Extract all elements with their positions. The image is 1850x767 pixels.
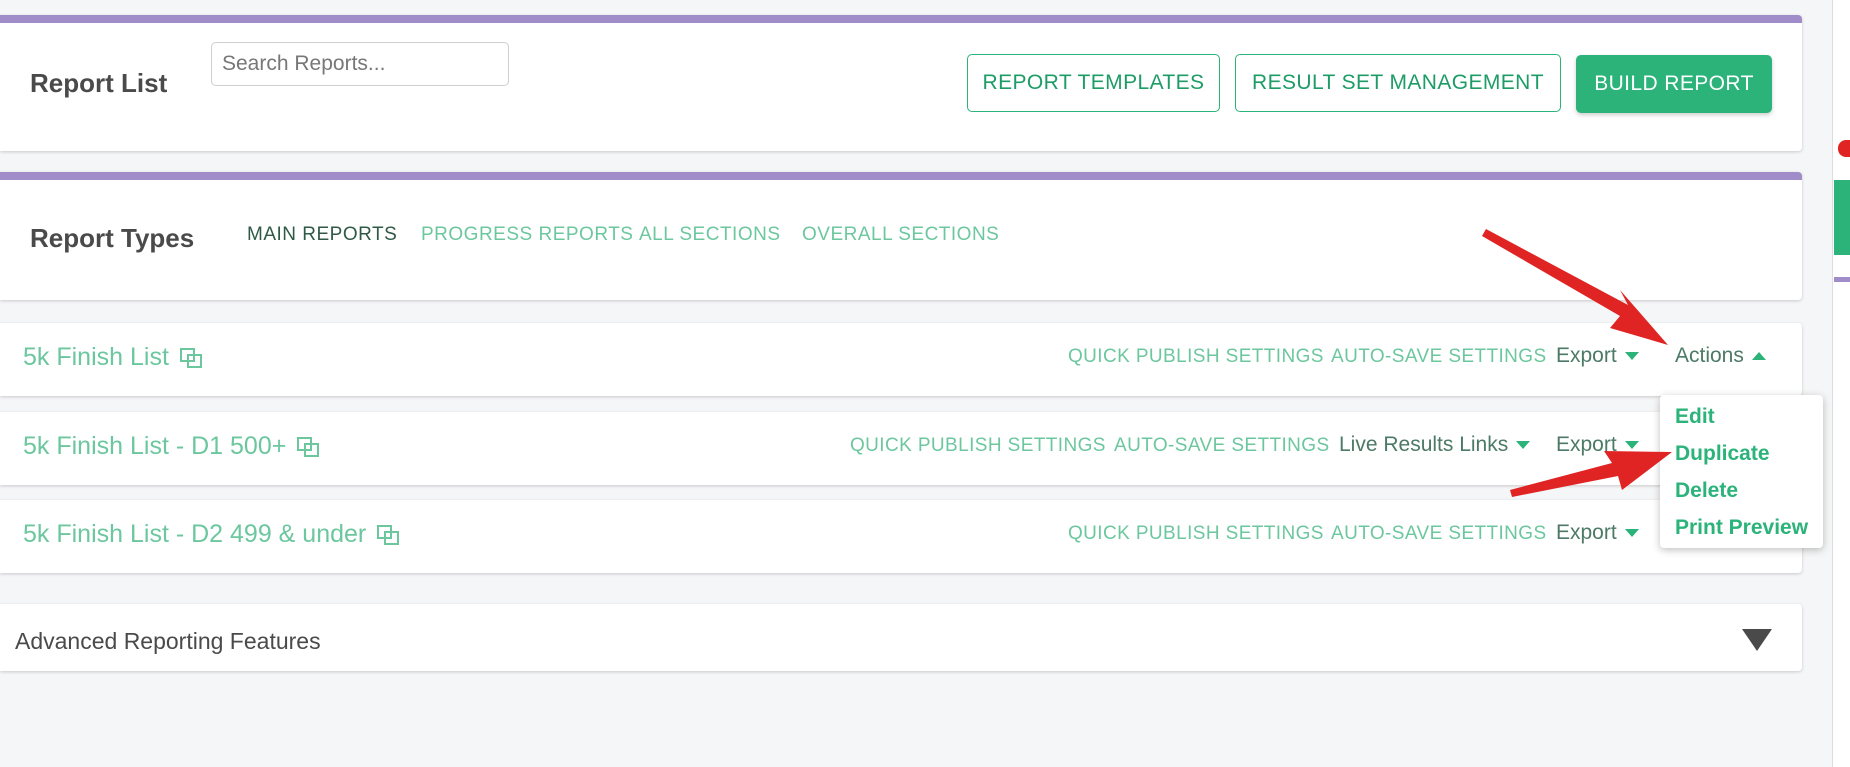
tab-main-reports[interactable]: MAIN REPORTS — [247, 224, 397, 246]
report-name: 5k Finish List - D2 499 & under — [23, 520, 367, 548]
auto-save-settings-link[interactable]: AUTO-SAVE SETTINGS — [1331, 346, 1547, 368]
caret-up-icon — [1751, 352, 1766, 360]
actions-dropdown[interactable]: Actions — [1675, 344, 1766, 368]
tab-progress-reports[interactable]: PROGRESS REPORTS — [421, 224, 633, 246]
menu-item-duplicate[interactable]: Duplicate — [1675, 442, 1770, 466]
report-name-link[interactable]: 5k Finish List — [23, 343, 203, 372]
result-set-management-button[interactable]: RESULT SET MANAGEMENT — [1235, 54, 1561, 112]
caret-down-icon — [1624, 441, 1639, 449]
export-dropdown[interactable]: Export — [1556, 433, 1639, 457]
copy-icon[interactable] — [296, 436, 320, 458]
report-name-link[interactable]: 5k Finish List - D1 500+ — [23, 432, 320, 461]
quick-publish-settings-link[interactable]: QUICK PUBLISH SETTINGS — [850, 435, 1106, 457]
build-report-button[interactable]: BUILD REPORT — [1576, 55, 1772, 113]
quick-publish-settings-link[interactable]: QUICK PUBLISH SETTINGS — [1068, 346, 1324, 368]
quick-publish-settings-link[interactable]: QUICK PUBLISH SETTINGS — [1068, 523, 1324, 545]
export-label: Export — [1556, 344, 1617, 367]
adjacent-purple-bar — [1834, 277, 1850, 282]
auto-save-settings-link[interactable]: AUTO-SAVE SETTINGS — [1114, 435, 1330, 457]
copy-icon[interactable] — [376, 524, 400, 546]
caret-down-icon — [1624, 529, 1639, 537]
red-dot-icon — [1838, 140, 1850, 157]
report-name: 5k Finish List - D1 500+ — [23, 432, 287, 460]
menu-item-print-preview[interactable]: Print Preview — [1675, 516, 1808, 540]
adjacent-green-block — [1834, 180, 1850, 255]
caret-down-icon — [1516, 441, 1531, 449]
export-dropdown[interactable]: Export — [1556, 521, 1639, 545]
tab-all-sections[interactable]: ALL SECTIONS — [639, 224, 781, 246]
export-dropdown[interactable]: Export — [1556, 344, 1639, 368]
adjacent-panel-edge — [1832, 0, 1850, 767]
copy-icon[interactable] — [179, 347, 203, 369]
caret-down-icon — [1624, 352, 1639, 360]
report-templates-button[interactable]: REPORT TEMPLATES — [967, 54, 1220, 112]
report-name: 5k Finish List — [23, 343, 169, 371]
expand-triangle-icon[interactable] — [1742, 629, 1772, 651]
auto-save-settings-link[interactable]: AUTO-SAVE SETTINGS — [1331, 523, 1547, 545]
tab-overall-sections[interactable]: OVERALL SECTIONS — [802, 224, 999, 246]
report-name-link[interactable]: 5k Finish List - D2 499 & under — [23, 520, 400, 549]
page-title: Report List — [30, 68, 168, 98]
live-results-label: Live Results Links — [1339, 433, 1509, 456]
export-label: Export — [1556, 433, 1617, 456]
search-input[interactable] — [211, 42, 509, 86]
actions-menu: Edit Duplicate Delete Print Preview — [1660, 395, 1823, 548]
live-results-links-dropdown[interactable]: Live Results Links — [1339, 433, 1531, 457]
advanced-reporting-title: Advanced Reporting Features — [15, 628, 321, 654]
menu-item-edit[interactable]: Edit — [1675, 405, 1715, 429]
menu-item-delete[interactable]: Delete — [1675, 479, 1738, 503]
actions-label: Actions — [1675, 344, 1744, 367]
export-label: Export — [1556, 521, 1617, 544]
report-types-title: Report Types — [30, 223, 195, 253]
